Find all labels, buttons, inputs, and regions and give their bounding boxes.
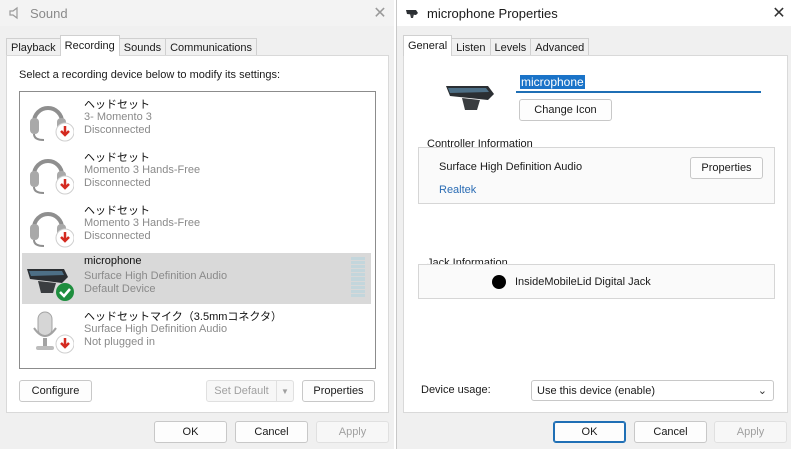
cancel-button[interactable]: Cancel (634, 421, 707, 443)
device-name-input[interactable]: microphone (516, 73, 761, 93)
properties-title: microphone Properties (427, 5, 558, 21)
set-default-label: Set Default (207, 381, 277, 401)
chevron-down-icon[interactable]: ▼ (277, 381, 293, 401)
device-status: Default Device (84, 283, 156, 295)
microphone-device-icon (444, 78, 500, 114)
recording-instructions: Select a recording device below to modif… (19, 69, 281, 81)
device-item[interactable]: ヘッドセットマイク（3.5mmコネクタ） Surface High Defini… (22, 306, 371, 357)
tab-communications[interactable]: Communications (165, 38, 258, 56)
microphone-default-icon (24, 255, 74, 303)
apply-button[interactable]: Apply (316, 421, 389, 443)
device-status: Not plugged in (84, 336, 155, 348)
device-item[interactable]: ヘッドセット 3- Momento 3 Disconnected (22, 94, 371, 145)
device-name: ヘッドセット (84, 99, 150, 111)
apply-button[interactable]: Apply (714, 421, 787, 443)
sound-title: Sound (30, 5, 68, 21)
set-default-button[interactable]: Set Default ▼ (206, 380, 294, 402)
device-item[interactable]: ヘッドセット Momento 3 Hands-Free Disconnected (22, 200, 371, 251)
properties-close-button[interactable]: ✕ (769, 3, 789, 23)
recording-device-list: ヘッドセット 3- Momento 3 Disconnected ヘッドセット … (19, 91, 376, 369)
chevron-down-icon: ⌄ (757, 385, 767, 397)
recording-panel: Select a recording device below to modif… (6, 55, 389, 413)
tab-recording[interactable]: Recording (59, 35, 120, 56)
tab-advanced[interactable]: Advanced (530, 38, 590, 56)
device-usage-label: Device usage: (421, 384, 491, 396)
controller-info-group: Surface High Definition Audio Realtek Pr… (418, 147, 775, 204)
headset-disconnected-icon (24, 96, 75, 144)
tab-playback[interactable]: Playback (6, 38, 61, 56)
device-usage-value: Use this device (enable) (537, 384, 656, 397)
jack-name: InsideMobileLid Digital Jack (515, 276, 651, 288)
properties-titlebar: microphone Properties ✕ (397, 0, 791, 26)
device-line1: Surface High Definition Audio (84, 323, 228, 335)
device-name: ヘッドセット (84, 205, 150, 217)
controller-properties-button[interactable]: Properties (690, 157, 763, 179)
device-line1: Momento 3 Hands-Free (84, 217, 201, 229)
device-name: ヘッドセット (84, 152, 150, 164)
headset-disconnected-icon (24, 149, 75, 197)
vendor-link[interactable]: Realtek (439, 184, 476, 196)
tab-sounds[interactable]: Sounds (118, 38, 167, 56)
properties-window: microphone Properties ✕ General Listen L… (396, 0, 791, 449)
change-icon-button[interactable]: Change Icon (519, 99, 612, 121)
configure-button[interactable]: Configure (19, 380, 92, 402)
jack-info-group: InsideMobileLid Digital Jack (418, 264, 775, 299)
ok-button[interactable]: OK (154, 421, 227, 443)
device-usage-select[interactable]: Use this device (enable) ⌄ (531, 380, 774, 401)
headset-mic-unplugged-icon (24, 308, 75, 356)
device-line1: 3- Momento 3 (84, 111, 152, 123)
device-name: microphone (84, 255, 142, 267)
properties-button[interactable]: Properties (302, 380, 375, 402)
general-panel: microphone Change Icon Controller Inform… (403, 55, 788, 413)
device-line1: Surface High Definition Audio (84, 270, 228, 282)
level-meter (351, 257, 365, 297)
sound-window: Sound ✕ Playback Recording Sounds Commun… (0, 0, 394, 449)
device-name-value: microphone (520, 75, 585, 89)
device-line1: Momento 3 Hands-Free (84, 164, 201, 176)
device-status: Disconnected (84, 124, 151, 136)
properties-tabs: General Listen Levels Advanced (403, 35, 590, 56)
headset-disconnected-icon (24, 202, 75, 250)
sound-close-button[interactable]: ✕ (370, 3, 390, 23)
tab-levels[interactable]: Levels (489, 38, 532, 56)
device-name: ヘッドセットマイク（3.5mmコネクタ） (84, 311, 282, 323)
cancel-button[interactable]: Cancel (235, 421, 308, 443)
controller-name: Surface High Definition Audio (439, 161, 583, 173)
tab-general[interactable]: General (403, 35, 453, 56)
device-item-selected[interactable]: microphone Surface High Definition Audio… (22, 253, 371, 304)
sound-tabs: Playback Recording Sounds Communications (6, 35, 258, 56)
device-status: Disconnected (84, 177, 151, 189)
jack-color-icon (492, 275, 506, 289)
device-item[interactable]: ヘッドセット Momento 3 Hands-Free Disconnected (22, 147, 371, 198)
ok-button[interactable]: OK (553, 421, 626, 443)
sound-titlebar: Sound ✕ (0, 0, 394, 26)
tab-listen[interactable]: Listen (451, 38, 491, 56)
microphone-icon (405, 6, 419, 20)
device-status: Disconnected (84, 230, 151, 242)
speaker-icon (8, 6, 22, 20)
